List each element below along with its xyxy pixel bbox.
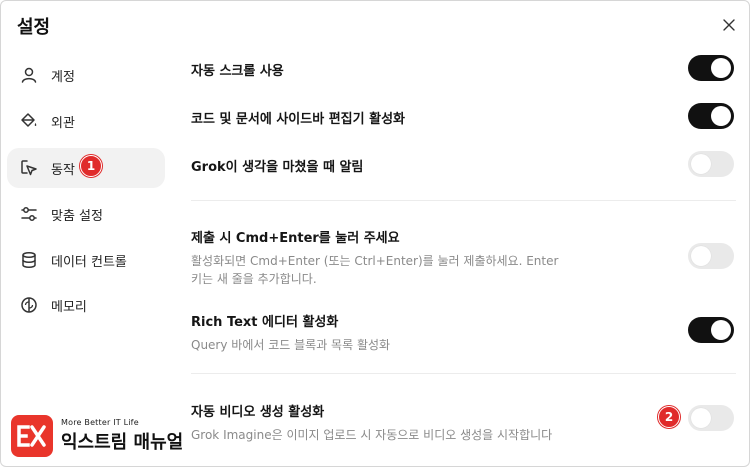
- watermark-tagline: More Better IT Life: [61, 418, 139, 427]
- sidebar-item-label: 동작: [51, 163, 75, 178]
- section-divider: [191, 373, 736, 374]
- setting-row-sidebar-editor: 코드 및 문서에 사이드바 편집기 활성화: [191, 103, 736, 134]
- paint-bucket-icon: [21, 113, 37, 127]
- setting-title: Rich Text 에디터 활성화: [191, 315, 339, 330]
- watermark: More Better IT Life 익스트림 매뉴얼: [11, 413, 183, 459]
- sidebar-item-label: 맞춤 설정: [51, 209, 103, 224]
- sidebar-item-appearance[interactable]: 외관: [7, 101, 165, 141]
- sliders-icon: [21, 207, 37, 221]
- sidebar-item-customize[interactable]: 맞춤 설정: [7, 194, 165, 234]
- sidebar-item-data-controls[interactable]: 데이터 컨트롤: [7, 240, 165, 280]
- setting-description: Query 바에서 코드 블록과 목록 활성화: [191, 338, 391, 352]
- watermark-name: 익스트림 매뉴얼: [61, 432, 184, 453]
- toggle-auto-video[interactable]: [688, 405, 734, 431]
- annotation-badge-2: 2: [658, 406, 680, 428]
- setting-row-auto-scroll: 자동 스크롤 사용: [191, 55, 736, 86]
- setting-title: Grok이 생각을 마쳤을 때 알림: [191, 160, 364, 175]
- setting-title: 코드 및 문서에 사이드바 편집기 활성화: [191, 112, 405, 127]
- toggle-sidebar-editor[interactable]: [688, 103, 734, 129]
- setting-description: 활성화되면 Cmd+Enter (또는 Ctrl+Enter)를 눌러 제출하세…: [191, 254, 559, 286]
- toggle-notify-finish[interactable]: [688, 151, 734, 177]
- setting-row-cmd-enter: 제출 시 Cmd+Enter를 눌러 주세요 활성화되면 Cmd+Enter (…: [191, 227, 736, 287]
- sidebar-item-label: 계정: [51, 70, 75, 85]
- database-icon: [22, 251, 36, 269]
- setting-title: 제출 시 Cmd+Enter를 눌러 주세요: [191, 231, 400, 246]
- toggle-rich-text[interactable]: [688, 317, 734, 343]
- sidebar-item-label: 외관: [51, 116, 75, 131]
- toggle-cmd-enter[interactable]: [688, 243, 734, 269]
- watermark-logo: [11, 415, 53, 457]
- setting-row-rich-text: Rich Text 에디터 활성화 Query 바에서 코드 블록과 목록 활성…: [191, 311, 736, 355]
- cursor-click-icon: [21, 160, 37, 176]
- sidebar-item-label: 데이터 컨트롤: [51, 255, 127, 270]
- ex-logo-icon: [17, 425, 46, 447]
- setting-title: 자동 스크롤 사용: [191, 64, 284, 79]
- sidebar-item-label: 메모리: [51, 300, 87, 315]
- section-divider: [191, 200, 736, 201]
- brain-icon: [21, 297, 37, 313]
- setting-row-notify-finish: Grok이 생각을 마쳤을 때 알림: [191, 151, 736, 182]
- sidebar-item-account[interactable]: 계정: [7, 55, 165, 95]
- toggle-auto-scroll[interactable]: [688, 55, 734, 81]
- sidebar: 계정 외관 동작 1 맞춤 설정 데이터 컨트롤 메모리: [1, 1, 171, 467]
- settings-dialog: 설정 계정 외관 동작 1 맞춤 설정 데이터 컨트롤 메모리 자동 스크롤 사…: [0, 0, 750, 467]
- setting-row-auto-video: 자동 비디오 생성 활성화 Grok Imagine은 이미지 업로드 시 자동…: [191, 401, 736, 445]
- user-icon: [21, 67, 37, 83]
- sidebar-item-memory[interactable]: 메모리: [7, 285, 165, 325]
- setting-description: Grok Imagine은 이미지 업로드 시 자동으로 비디오 생성을 시작합…: [191, 428, 553, 442]
- settings-content: 자동 스크롤 사용 코드 및 문서에 사이드바 편집기 활성화 Grok이 생각…: [191, 1, 736, 467]
- annotation-badge-1: 1: [80, 155, 102, 177]
- setting-title: 자동 비디오 생성 활성화: [191, 405, 325, 420]
